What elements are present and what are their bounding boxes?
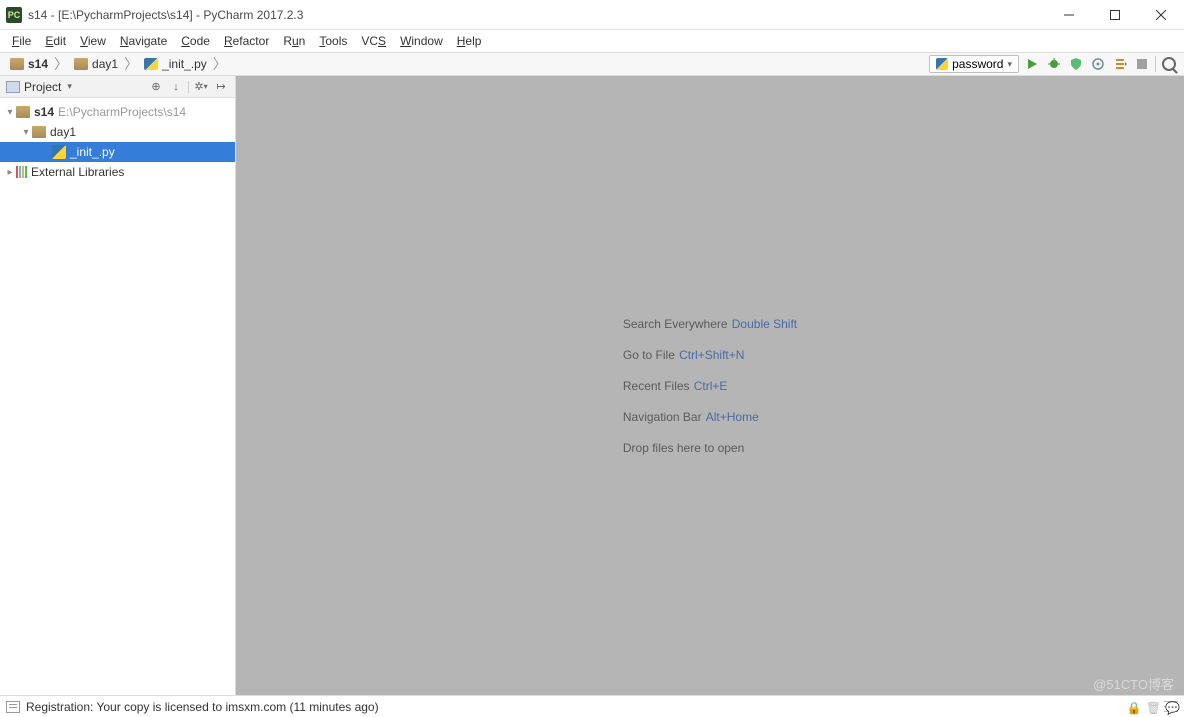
menu-bar: File Edit View Navigate Code Refactor Ru…: [0, 30, 1184, 52]
editor-empty-state[interactable]: Search Everywhere Double Shift Go to Fil…: [236, 76, 1184, 695]
menu-tools[interactable]: Tools: [313, 32, 353, 50]
chevron-right-icon: 〉: [52, 54, 70, 74]
maximize-button[interactable]: [1092, 0, 1138, 30]
run-config-label: password: [952, 57, 1003, 71]
shortcut: Ctrl+E: [694, 379, 728, 393]
tree-folder-day1[interactable]: ▾ day1: [0, 122, 235, 142]
hide-button[interactable]: ↦: [213, 79, 229, 95]
shortcut: Double Shift: [732, 317, 797, 331]
run-config-selector[interactable]: password ▾: [929, 55, 1019, 73]
menu-vcs[interactable]: VCS: [355, 32, 392, 50]
tool-window-header: Project ▾ ⊕ ↓ ✲▾ ↦: [0, 76, 235, 98]
profile-button[interactable]: [1089, 55, 1107, 73]
project-tree[interactable]: ▾ s14 E:\PycharmProjects\s14 ▾ day1 _ini…: [0, 98, 235, 182]
menu-refactor[interactable]: Refactor: [218, 32, 275, 50]
main-area: Project ▾ ⊕ ↓ ✲▾ ↦ ▾ s14 E:\PycharmProje…: [0, 76, 1184, 695]
window-controls: [1046, 0, 1184, 30]
breadcrumb-day1[interactable]: day1: [70, 57, 122, 71]
expand-icon[interactable]: ▸: [4, 167, 16, 178]
project-tool-window: Project ▾ ⊕ ↓ ✲▾ ↦ ▾ s14 E:\PycharmProje…: [0, 76, 236, 695]
navigation-bar: s14 〉 day1 〉 _init_.py 〉 password ▾: [0, 52, 1184, 76]
minimize-button[interactable]: [1046, 0, 1092, 30]
tree-root[interactable]: ▾ s14 E:\PycharmProjects\s14: [0, 102, 235, 122]
menu-file[interactable]: File: [6, 32, 37, 50]
window-title: s14 - [E:\PycharmProjects\s14] - PyCharm…: [28, 8, 303, 22]
settings-button[interactable]: ✲▾: [193, 79, 209, 95]
menu-navigate[interactable]: Navigate: [114, 32, 173, 50]
folder-icon: [74, 58, 88, 70]
stop-button[interactable]: [1133, 55, 1151, 73]
chat-icon: 💬: [1165, 701, 1180, 715]
collapse-all-button[interactable]: ⊕: [148, 79, 164, 95]
search-icon: [1162, 57, 1176, 71]
expand-icon[interactable]: ▾: [20, 127, 32, 138]
breadcrumb-label: _init_.py: [162, 57, 207, 71]
scroll-from-source-button[interactable]: ↓: [168, 79, 184, 95]
close-button[interactable]: [1138, 0, 1184, 30]
tree-external-libraries[interactable]: ▸ External Libraries: [0, 162, 235, 182]
menu-run[interactable]: Run: [277, 32, 311, 50]
tip-goto-file: Go to File Ctrl+Shift+N: [623, 346, 797, 363]
status-text: Registration: Your copy is licensed to i…: [26, 700, 379, 714]
expand-icon[interactable]: ▾: [4, 107, 16, 118]
chevron-right-icon: 〉: [211, 54, 229, 74]
folder-icon: [16, 106, 30, 118]
coverage-button[interactable]: [1067, 55, 1085, 73]
tree-label: s14: [34, 105, 54, 119]
tree-file-init[interactable]: _init_.py: [0, 142, 235, 162]
corner-icons: 🔒 🗑 💬: [1127, 701, 1180, 715]
tip-recent-files: Recent Files Ctrl+E: [623, 377, 797, 394]
tip-navigation-bar: Navigation Bar Alt+Home: [623, 408, 797, 425]
folder-icon: [32, 126, 46, 138]
project-icon: [6, 81, 20, 93]
tree-label: External Libraries: [31, 165, 124, 179]
tip-drop-files: Drop files here to open: [623, 439, 797, 456]
search-button[interactable]: [1160, 55, 1178, 73]
trash-icon: 🗑: [1146, 701, 1161, 715]
watermark: @51CTO博客: [1093, 674, 1174, 693]
pycharm-icon: PC: [6, 7, 22, 23]
tool-window-title[interactable]: Project: [24, 80, 61, 94]
run-button[interactable]: [1023, 55, 1041, 73]
python-icon: [52, 145, 66, 159]
event-log-icon[interactable]: [6, 701, 20, 713]
tree-label: day1: [50, 125, 76, 139]
libraries-icon: [16, 166, 27, 178]
breadcrumb-s14[interactable]: s14: [6, 57, 52, 71]
breadcrumb-label: day1: [92, 57, 118, 71]
chevron-down-icon: ▾: [1007, 59, 1012, 70]
tree-path: E:\PycharmProjects\s14: [58, 105, 186, 119]
python-icon: [936, 58, 948, 70]
lock-icon: 🔒: [1127, 701, 1142, 715]
python-icon: [144, 58, 158, 70]
title-bar: PC s14 - [E:\PycharmProjects\s14] - PyCh…: [0, 0, 1184, 30]
debug-button[interactable]: [1045, 55, 1063, 73]
menu-help[interactable]: Help: [451, 32, 488, 50]
breadcrumb-label: s14: [28, 57, 48, 71]
menu-code[interactable]: Code: [175, 32, 216, 50]
menu-window[interactable]: Window: [394, 32, 449, 50]
tip-search-everywhere: Search Everywhere Double Shift: [623, 315, 797, 332]
menu-edit[interactable]: Edit: [39, 32, 72, 50]
shortcut: Alt+Home: [706, 410, 759, 424]
shortcut: Ctrl+Shift+N: [679, 348, 744, 362]
chevron-right-icon: 〉: [122, 54, 140, 74]
target-button[interactable]: [1111, 55, 1129, 73]
status-bar: Registration: Your copy is licensed to i…: [0, 695, 1184, 717]
chevron-down-icon[interactable]: ▾: [67, 81, 72, 92]
folder-icon: [10, 58, 24, 70]
tree-label: _init_.py: [70, 145, 115, 159]
editor-tips: Search Everywhere Double Shift Go to Fil…: [623, 301, 797, 470]
menu-view[interactable]: View: [74, 32, 112, 50]
breadcrumb-file[interactable]: _init_.py: [140, 57, 211, 71]
